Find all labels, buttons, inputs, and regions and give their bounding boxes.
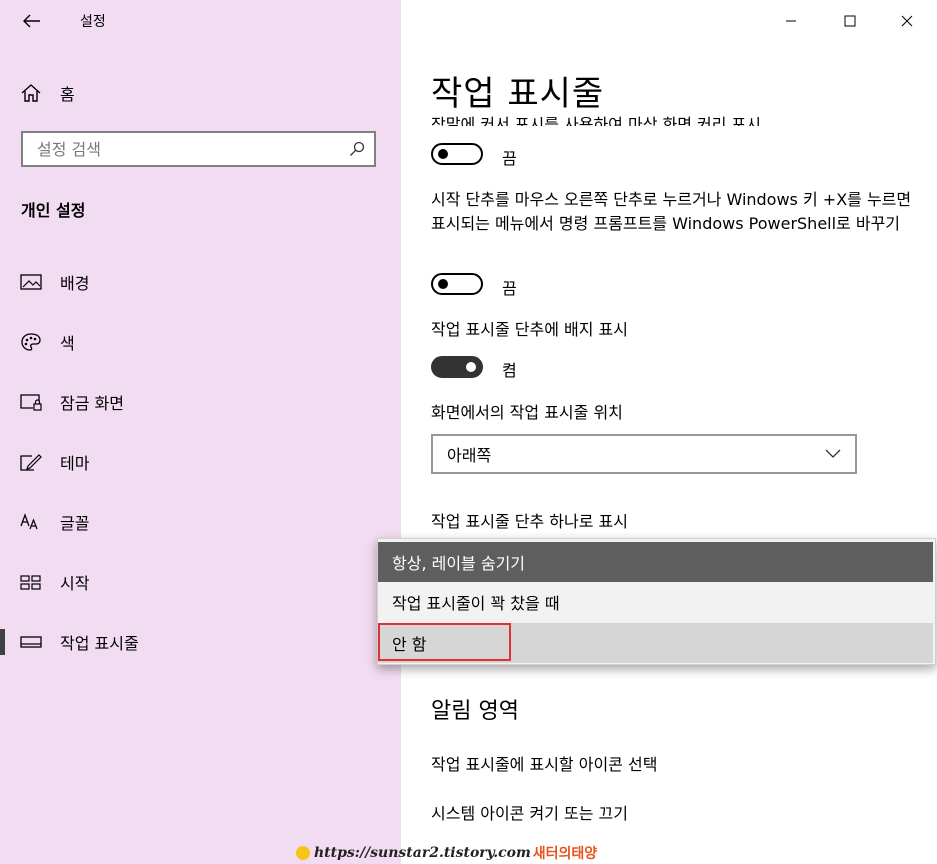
sidebar-item-taskbar[interactable]: 작업 표시줄 bbox=[0, 622, 401, 662]
minimize-icon bbox=[786, 20, 796, 22]
toggle-knob bbox=[466, 362, 476, 372]
select-taskbar-icons-link[interactable]: 작업 표시줄에 표시할 아이콘 선택 bbox=[431, 751, 657, 775]
taskbar-icon bbox=[20, 631, 42, 653]
system-icons-toggle-link[interactable]: 시스템 아이콘 켜기 또는 끄기 bbox=[431, 800, 628, 824]
sidebar-item-label: 글꼴 bbox=[60, 514, 90, 533]
sidebar-item-home[interactable]: 홈 bbox=[20, 80, 75, 106]
font-icon bbox=[20, 511, 42, 533]
sidebar-item-label: 색 bbox=[60, 334, 75, 353]
sidebar-item-label: 시작 bbox=[60, 574, 90, 593]
watermark: https://sunstar2.tistory.com 새터의태양 bbox=[296, 842, 597, 864]
search-box[interactable] bbox=[21, 131, 376, 167]
sidebar: 설정 홈 개인 설정 배경 색 잠금 화면 bbox=[0, 0, 401, 864]
dropdown-option-never[interactable]: 안 함 bbox=[378, 623, 933, 663]
combine-dropdown-list: 항상, 레이블 숨기기 작업 표시줄이 꽉 찼을 때 안 함 bbox=[377, 538, 936, 665]
sidebar-item-label: 테마 bbox=[60, 454, 90, 473]
sidebar-item-label: 작업 표시줄 bbox=[60, 634, 139, 653]
sidebar-item-label: 배경 bbox=[60, 274, 90, 293]
clipped-setting-text: 장말에 커서 포시를 사용하여 마상 화면 커리 포시 bbox=[431, 108, 761, 126]
dropdown-option-when-full[interactable]: 작업 표시줄이 꽉 찼을 때 bbox=[378, 582, 933, 622]
search-input[interactable] bbox=[23, 133, 340, 165]
app-title: 설정 bbox=[80, 14, 106, 30]
toggle-knob bbox=[438, 149, 448, 159]
sidebar-item-label: 잠금 화면 bbox=[60, 394, 124, 413]
sidebar-item-lock-screen[interactable]: 잠금 화면 bbox=[0, 382, 401, 422]
sidebar-item-background[interactable]: 배경 bbox=[0, 262, 401, 302]
minimize-button[interactable] bbox=[776, 8, 806, 34]
watermark-url: https://sunstar2.tistory.com bbox=[314, 845, 531, 861]
toggle-2-state: 끔 bbox=[502, 279, 517, 298]
maximize-icon bbox=[844, 15, 856, 27]
position-select-value: 아래쪽 bbox=[447, 446, 492, 465]
back-button[interactable] bbox=[18, 10, 46, 32]
smiley-icon bbox=[296, 846, 310, 860]
toggle-knob bbox=[438, 279, 448, 289]
sidebar-item-color[interactable]: 색 bbox=[0, 322, 401, 362]
toggle-1-state: 끔 bbox=[502, 149, 517, 168]
maximize-button[interactable] bbox=[835, 8, 865, 34]
dropdown-option-always[interactable]: 항상, 레이블 숨기기 bbox=[378, 542, 933, 582]
position-label: 화면에서의 작업 표시줄 위치 bbox=[431, 403, 623, 422]
chevron-down-icon bbox=[811, 449, 855, 459]
toggle-3-state: 켬 bbox=[502, 361, 517, 380]
palette-icon bbox=[20, 331, 42, 353]
sidebar-item-start[interactable]: 시작 bbox=[0, 562, 401, 602]
close-icon bbox=[901, 15, 913, 27]
sidebar-item-theme[interactable]: 테마 bbox=[0, 442, 401, 482]
position-select[interactable]: 아래쪽 bbox=[431, 434, 857, 474]
dropdown-option-label: 항상, 레이블 숨기기 bbox=[392, 554, 526, 573]
theme-icon bbox=[20, 451, 42, 473]
dropdown-option-label: 안 함 bbox=[392, 635, 427, 654]
section-title: 개인 설정 bbox=[21, 201, 86, 220]
badge-setting-label: 작업 표시줄 단추에 배지 표시 bbox=[431, 320, 628, 339]
start-icon bbox=[20, 571, 42, 593]
combine-label: 작업 표시줄 단추 하나로 표시 bbox=[431, 512, 628, 531]
clipped-setting-label: 장말에 커서 포시를 사용하여 마상 화면 커리 포시 bbox=[431, 115, 762, 126]
lock-screen-icon bbox=[20, 391, 42, 413]
home-label: 홈 bbox=[60, 85, 75, 104]
home-icon bbox=[21, 84, 41, 102]
toggle-switch-2[interactable] bbox=[431, 273, 483, 295]
main-content: 작업 표시줄 장말에 커서 포시를 사용하여 마상 화면 커리 포시 끔 시작 … bbox=[401, 0, 937, 864]
powershell-setting-label: 시작 단추를 마우스 오른쪽 단추로 누르거나 Windows 키 +X를 누르… bbox=[431, 190, 912, 233]
toggle-switch-1[interactable] bbox=[431, 143, 483, 165]
sidebar-item-fonts[interactable]: 글꼴 bbox=[0, 502, 401, 542]
search-icon[interactable] bbox=[340, 133, 374, 165]
notification-area-title: 알림 영역 bbox=[431, 699, 519, 724]
close-button[interactable] bbox=[892, 8, 922, 34]
watermark-name: 새터의태양 bbox=[532, 846, 598, 862]
back-arrow-icon bbox=[23, 14, 40, 28]
picture-icon bbox=[20, 271, 42, 293]
dropdown-option-label: 작업 표시줄이 꽉 찼을 때 bbox=[392, 594, 560, 613]
toggle-switch-3[interactable] bbox=[431, 356, 483, 378]
